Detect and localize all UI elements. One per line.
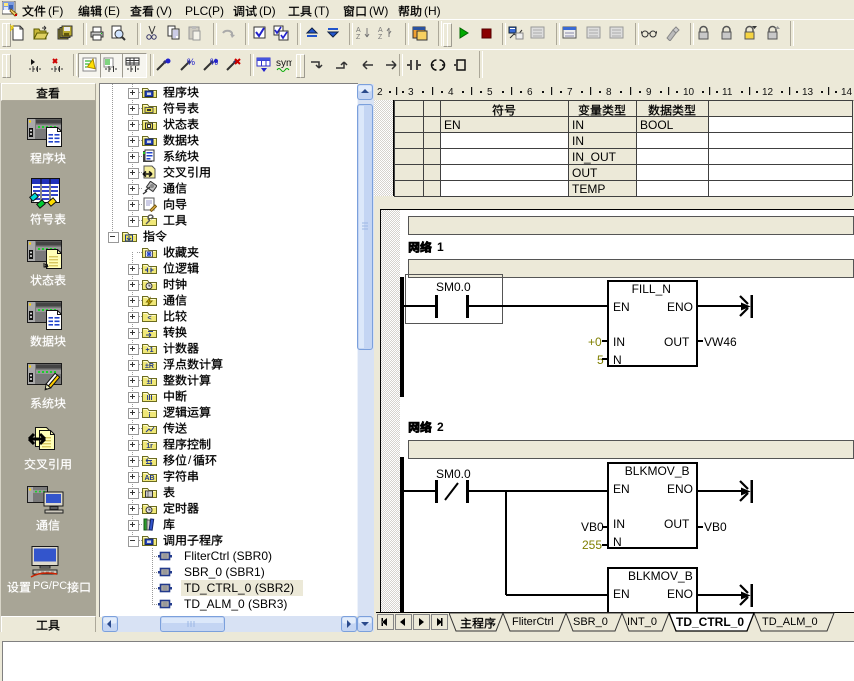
svg-text:10: 10 — [683, 87, 695, 98]
svg-text:5: 5 — [487, 87, 493, 98]
svg-text:A: A — [378, 27, 383, 34]
svg-text:14: 14 — [841, 87, 853, 98]
svg-text:Z: Z — [356, 34, 361, 41]
svg-text:+1: +1 — [146, 347, 154, 354]
svg-text:sym: sym — [276, 58, 292, 69]
svg-text:Z: Z — [378, 34, 383, 41]
svg-text:¡­: ¡­ — [148, 411, 150, 418]
svg-text:11: 11 — [722, 87, 733, 98]
svg-text:±I: ±I — [147, 379, 153, 386]
svg-text:6: 6 — [527, 87, 533, 98]
svg-text:III: III — [147, 395, 153, 402]
svg-text:12: 12 — [762, 87, 774, 98]
svg-text:13: 13 — [802, 87, 814, 98]
svg-text:±R: ±R — [145, 363, 154, 370]
svg-text:7: 7 — [567, 87, 573, 98]
svg-text:4: 4 — [448, 87, 454, 98]
svg-text:2: 2 — [377, 87, 383, 98]
svg-text:AB: AB — [144, 475, 154, 482]
svg-text:9: 9 — [646, 87, 652, 98]
svg-text:<: < — [147, 315, 151, 322]
svg-text:1r: 1r — [146, 443, 153, 450]
svg-text:A: A — [356, 27, 361, 34]
svg-text:%: % — [187, 57, 195, 67]
svg-text:3: 3 — [408, 87, 414, 98]
svg-text:8: 8 — [606, 87, 612, 98]
